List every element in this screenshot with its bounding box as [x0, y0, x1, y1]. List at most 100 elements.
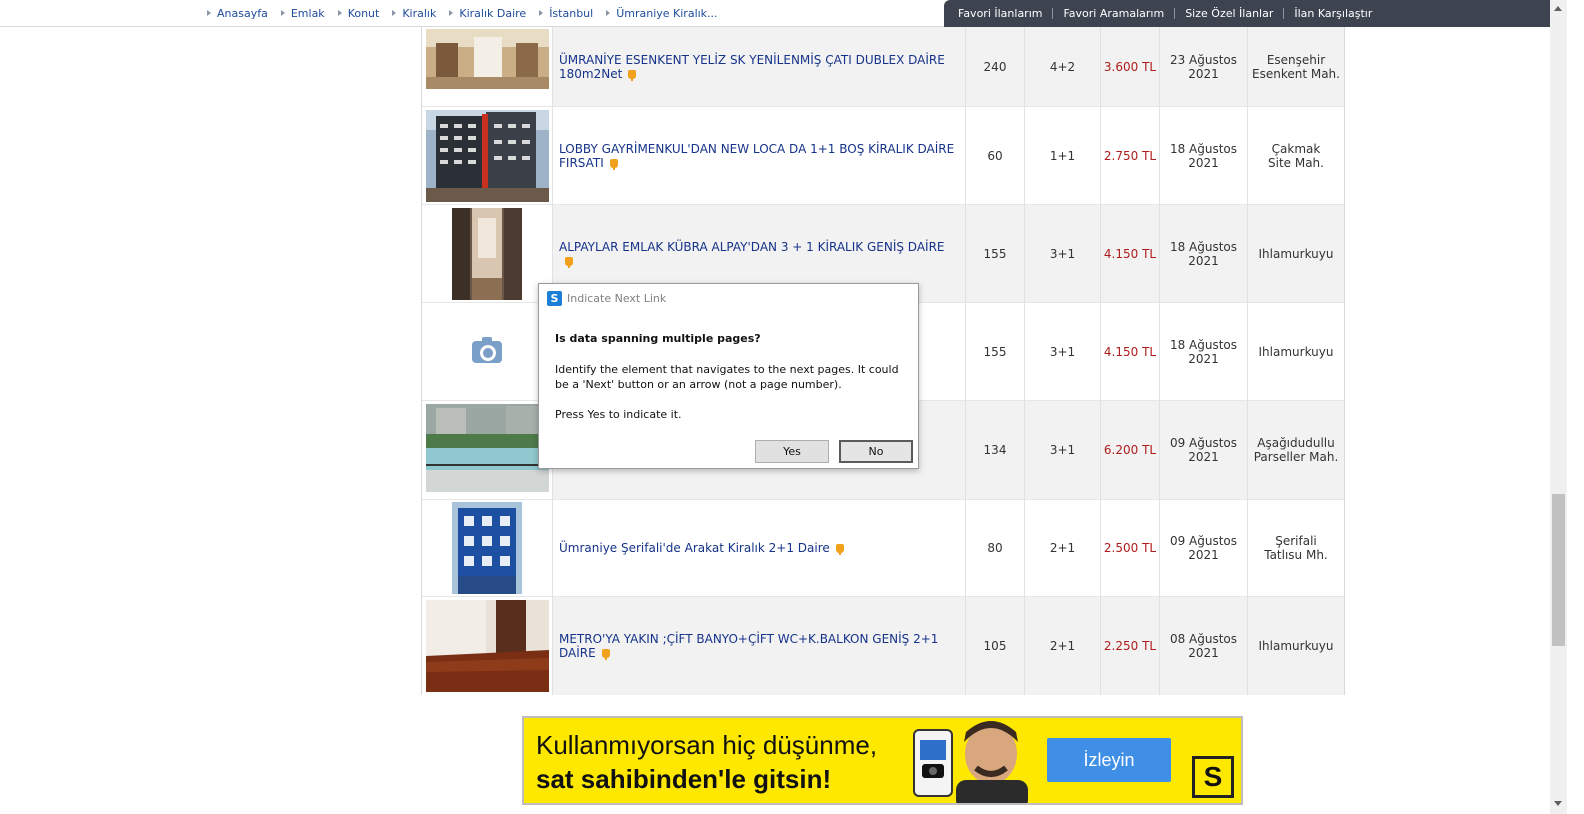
listing-date-day: 18 Ağustos	[1169, 141, 1238, 156]
listing-title-text[interactable]: ALPAYLAR EMLAK KÜBRA ALPAY'DAN 3 + 1 KİR…	[559, 240, 945, 254]
breadcrumb-item-istanbul[interactable]: İstanbul	[539, 7, 593, 20]
pin-icon	[835, 544, 844, 555]
listing-rooms: 1+1	[1025, 107, 1101, 204]
listing-date: 18 Ağustos 2021	[1160, 107, 1248, 204]
breadcrumb-label[interactable]: İstanbul	[549, 7, 593, 20]
breadcrumb-label[interactable]: Ümraniye Kiralık...	[616, 7, 717, 20]
listing-photo-cell[interactable]	[422, 500, 553, 596]
listing-title-cell: LOBBY GAYRİMENKUL'DAN NEW LOCA DA 1+1 BO…	[553, 107, 966, 204]
app-logo-icon: S	[547, 290, 562, 306]
listing-location-neighborhood: Parseller Mah.	[1253, 450, 1339, 464]
listing-date-day: 18 Ağustos	[1169, 239, 1238, 254]
listing-location: Ihlamurkuyu	[1248, 303, 1344, 400]
arrow-right-icon	[449, 10, 454, 16]
ad-subheadline: sat sahibinden'le gitsin!	[536, 764, 832, 794]
breadcrumb-item-kiralik-daire[interactable]: Kiralık Daire	[449, 7, 526, 20]
listing-date-day: 09 Ağustos	[1169, 534, 1238, 548]
listing-location-district: Esenşehir	[1266, 52, 1326, 67]
listing-photo[interactable]	[425, 404, 549, 496]
listing-location-district: Şerifali	[1275, 534, 1317, 548]
listing-title-text[interactable]: Ümraniye Şerifali'de Arakat Kiralık 2+1 …	[559, 541, 830, 555]
listing-title-text[interactable]: METRO'YA YAKIN ;ÇİFT BANYO+ÇİFT WC+K.BAL…	[559, 632, 938, 660]
listing-date-year: 2021	[1188, 351, 1219, 366]
listing-title-cell: METRO'YA YAKIN ;ÇİFT BANYO+ÇİFT WC+K.BAL…	[553, 597, 966, 695]
listing-price: 4.150 TL	[1101, 205, 1160, 302]
listing-date-year: 2021	[1188, 155, 1219, 170]
listing-title-cell: ÜMRANİYE ESENKENT YELİZ SK YENİLENMİŞ ÇA…	[553, 27, 966, 106]
listing-location-neighborhood: Esenkent Mah.	[1252, 66, 1340, 81]
listing-area: 105	[966, 597, 1025, 695]
listing-photo[interactable]	[425, 600, 549, 692]
breadcrumb-item-konut[interactable]: Konut	[337, 7, 380, 20]
listing-photo-cell[interactable]	[422, 401, 553, 499]
no-button[interactable]: No	[839, 440, 913, 463]
favorite-listings-link[interactable]: Favori İlanlarım	[948, 8, 1054, 19]
dialog-message: Identify the element that navigates to t…	[555, 363, 899, 391]
listing-photo[interactable]	[425, 109, 549, 202]
listing-date: 23 Ağustos 2021	[1160, 27, 1248, 106]
listing-title-link[interactable]: METRO'YA YAKIN ;ÇİFT BANYO+ÇİFT WC+K.BAL…	[559, 632, 957, 660]
listing-date: 08 Ağustos 2021	[1160, 597, 1248, 695]
listing-date-year: 2021	[1188, 646, 1219, 660]
scroll-up-arrow-icon[interactable]	[1554, 6, 1562, 11]
user-links-bar: Favori İlanlarım Favori Aramalarım Size …	[944, 0, 1550, 27]
yes-button[interactable]: Yes	[755, 440, 829, 463]
table-row[interactable]: METRO'YA YAKIN ;ÇİFT BANYO+ÇİFT WC+K.BAL…	[422, 597, 1344, 695]
listing-title-link[interactable]: ÜMRANİYE ESENKENT YELİZ SK YENİLENMİŞ ÇA…	[559, 53, 957, 81]
indicate-next-link-dialog: S Indicate Next Link Is data spanning mu…	[538, 283, 919, 469]
listing-date-day: 23 Ağustos	[1169, 52, 1238, 67]
table-row[interactable]: ÜMRANİYE ESENKENT YELİZ SK YENİLENMİŞ ÇA…	[422, 27, 1344, 107]
listing-date: 18 Ağustos 2021	[1160, 205, 1248, 302]
favorite-searches-link[interactable]: Favori Aramalarım	[1053, 8, 1176, 19]
listing-title-link[interactable]: Ümraniye Şerifali'de Arakat Kiralık 2+1 …	[559, 541, 844, 555]
breadcrumb-label[interactable]: Anasayfa	[217, 7, 268, 20]
listing-title-text[interactable]: ÜMRANİYE ESENKENT YELİZ SK YENİLENMİŞ ÇA…	[559, 53, 945, 81]
breadcrumb-item-emlak[interactable]: Emlak	[280, 7, 325, 20]
scroll-down-arrow-icon[interactable]	[1554, 801, 1562, 806]
ad-banner[interactable]: Kullanmıyorsan hiç düşünme, sat sahibind…	[522, 716, 1243, 805]
listing-area: 155	[966, 303, 1025, 400]
listing-photo-cell[interactable]	[422, 27, 553, 106]
listing-photo[interactable]	[425, 28, 549, 89]
camera-icon	[472, 336, 502, 363]
listing-date-day: 18 Ağustos	[1169, 337, 1238, 352]
breadcrumb-label[interactable]: Emlak	[291, 7, 325, 20]
listing-rooms: 3+1	[1025, 205, 1101, 302]
table-row[interactable]: LOBBY GAYRİMENKUL'DAN NEW LOCA DA 1+1 BO…	[422, 107, 1344, 205]
listing-location-district: Çakmak	[1271, 141, 1321, 156]
vertical-scrollbar[interactable]	[1550, 0, 1567, 814]
compare-listings-link[interactable]: İlan Karşılaştır	[1284, 8, 1382, 19]
breadcrumb-label[interactable]: Kiralık	[402, 7, 436, 20]
arrow-right-icon	[207, 10, 211, 16]
special-listings-link[interactable]: Size Özel İlanlar	[1175, 8, 1285, 19]
listing-photo[interactable]	[452, 207, 522, 300]
arrow-right-icon	[280, 10, 285, 16]
ad-person-image	[896, 718, 1046, 803]
dialog-titlebar: S Indicate Next Link	[539, 284, 918, 312]
breadcrumb-label[interactable]: Konut	[348, 7, 380, 20]
arrow-right-icon	[337, 10, 342, 16]
table-row[interactable]: Ümraniye Şerifali'de Arakat Kiralık 2+1 …	[422, 500, 1344, 597]
listing-title-link[interactable]: LOBBY GAYRİMENKUL'DAN NEW LOCA DA 1+1 BO…	[559, 142, 957, 170]
listing-photo-cell[interactable]	[422, 597, 553, 695]
breadcrumb-item-umraniye[interactable]: Ümraniye Kiralık...	[606, 7, 718, 20]
listing-title-text[interactable]: LOBBY GAYRİMENKUL'DAN NEW LOCA DA 1+1 BO…	[559, 142, 954, 170]
breadcrumb-label[interactable]: Kiralık Daire	[459, 7, 526, 20]
listing-location-district: Ihlamurkuyu	[1258, 246, 1334, 261]
scrollbar-thumb[interactable]	[1552, 494, 1565, 646]
listing-location: Ihlamurkuyu	[1248, 597, 1344, 695]
listing-photo[interactable]	[452, 502, 522, 594]
breadcrumb-item-kiralik[interactable]: Kiralık	[392, 7, 436, 20]
dialog-title: Indicate Next Link	[567, 291, 667, 305]
listing-title-link[interactable]: ALPAYLAR EMLAK KÜBRA ALPAY'DAN 3 + 1 KİR…	[559, 240, 957, 268]
ad-watch-button[interactable]: İzleyin	[1047, 738, 1171, 782]
listing-location: Çakmak Site Mah.	[1248, 107, 1344, 204]
pin-icon	[565, 256, 573, 268]
listing-location-district: Aşağıdudullu	[1257, 436, 1335, 450]
listing-location-district: Ihlamurkuyu	[1258, 344, 1334, 359]
listing-photo-cell[interactable]	[422, 205, 553, 302]
listing-photo-cell[interactable]	[422, 107, 553, 204]
breadcrumb: Anasayfa Emlak Konut Kiralık Kiralık Dai…	[207, 0, 731, 26]
listing-photo-cell[interactable]	[422, 303, 553, 400]
breadcrumb-item-anasayfa[interactable]: Anasayfa	[207, 7, 268, 20]
